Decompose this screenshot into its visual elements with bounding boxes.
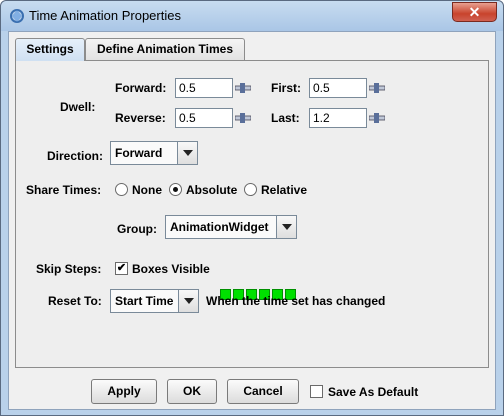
group-value: AnimationWidget bbox=[170, 220, 269, 234]
direction-label: Direction: bbox=[47, 149, 104, 163]
last-slider-icon[interactable] bbox=[369, 113, 385, 123]
reverse-input[interactable] bbox=[175, 108, 233, 128]
last-input[interactable] bbox=[309, 108, 367, 128]
last-label: Last: bbox=[271, 111, 300, 125]
cancel-button[interactable]: Cancel bbox=[227, 379, 299, 404]
share-relative-label: Relative bbox=[261, 183, 308, 197]
chevron-down-icon[interactable] bbox=[177, 142, 197, 164]
share-absolute-label: Absolute bbox=[186, 183, 238, 197]
chevron-down-icon[interactable] bbox=[276, 216, 296, 238]
dialog-window: Time Animation Properties ✕ Settings Def… bbox=[0, 0, 504, 416]
first-input[interactable] bbox=[309, 78, 367, 98]
direction-value: Forward bbox=[115, 146, 163, 160]
window-title: Time Animation Properties bbox=[29, 8, 181, 23]
boxes-visible-checkbox[interactable]: ✔ bbox=[115, 262, 128, 275]
forward-slider-icon[interactable] bbox=[235, 83, 251, 93]
reverse-slider-icon[interactable] bbox=[235, 113, 251, 123]
chevron-down-icon[interactable] bbox=[178, 290, 198, 312]
share-none-radio[interactable] bbox=[115, 183, 128, 196]
boxes-visible-label: Boxes Visible bbox=[132, 262, 210, 276]
skip-steps-label: Skip Steps: bbox=[36, 262, 102, 276]
tab-define-animation-times[interactable]: Define Animation Times bbox=[85, 38, 245, 60]
dialog-content: Settings Define Animation Times Dwell: F… bbox=[8, 31, 496, 410]
reset-to-select[interactable]: Start Time bbox=[110, 289, 199, 313]
save-as-default-checkbox[interactable] bbox=[310, 385, 323, 398]
first-label: First: bbox=[271, 81, 301, 95]
app-icon bbox=[10, 9, 24, 23]
share-times-label: Share Times: bbox=[26, 183, 102, 197]
forward-input[interactable] bbox=[175, 78, 233, 98]
share-none-label: None bbox=[132, 183, 162, 197]
reset-to-label: Reset To: bbox=[48, 294, 102, 308]
group-label: Group: bbox=[117, 222, 157, 236]
ok-button[interactable]: OK bbox=[167, 379, 217, 404]
first-slider-icon[interactable] bbox=[369, 83, 385, 93]
close-button[interactable]: ✕ bbox=[452, 2, 497, 22]
apply-button[interactable]: Apply bbox=[91, 379, 157, 404]
forward-label: Forward: bbox=[115, 81, 167, 95]
title-bar[interactable]: Time Animation Properties ✕ bbox=[1, 1, 503, 31]
group-select[interactable]: AnimationWidget bbox=[165, 215, 297, 239]
tab-settings[interactable]: Settings bbox=[15, 38, 85, 61]
save-as-default-label: Save As Default bbox=[328, 385, 419, 399]
reverse-label: Reverse: bbox=[115, 111, 166, 125]
dwell-label: Dwell: bbox=[60, 100, 96, 114]
share-relative-radio[interactable] bbox=[244, 183, 257, 196]
reset-to-note: When the time set has changed bbox=[206, 294, 386, 308]
reset-to-value: Start Time bbox=[115, 294, 174, 308]
share-absolute-radio[interactable] bbox=[169, 183, 182, 196]
direction-select[interactable]: Forward bbox=[110, 141, 198, 165]
